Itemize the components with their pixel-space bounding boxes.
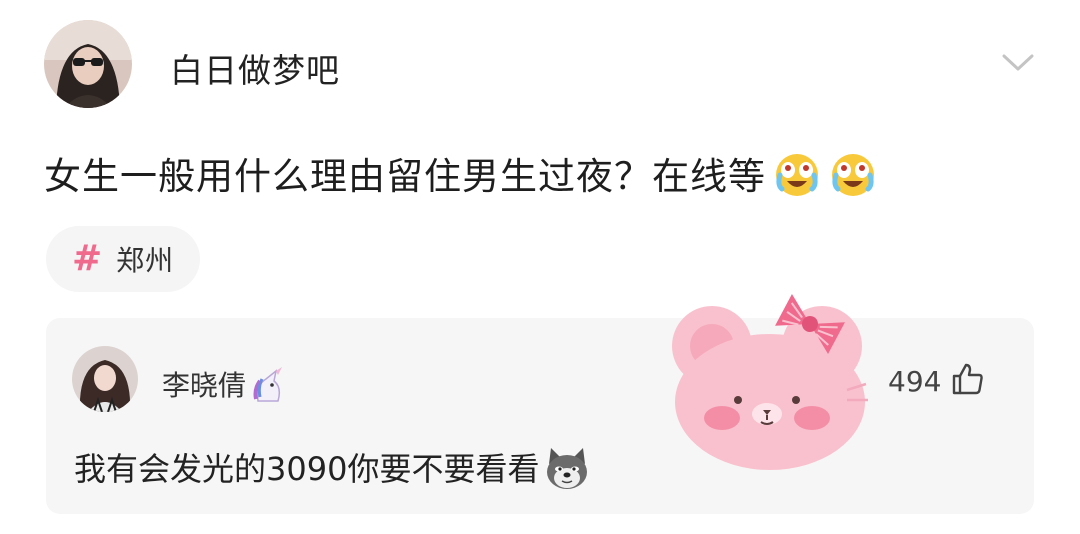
bear-sticker	[662, 294, 872, 472]
like-button[interactable]: 494	[888, 362, 985, 400]
unicorn-icon	[248, 367, 288, 403]
like-count: 494	[888, 364, 942, 398]
commenter-name-text: 李晓倩	[162, 369, 247, 402]
comment-text-content: 我有会发光的3090你要不要看看	[74, 450, 540, 488]
chevron-down-icon[interactable]	[1000, 48, 1036, 76]
location-tag[interactable]: # 郑州	[46, 226, 201, 292]
commenter-name[interactable]: 李晓倩	[162, 364, 288, 404]
comment-text: 我有会发光的3090你要不要看看	[74, 444, 591, 490]
location-tag-label: 郑州	[116, 244, 175, 277]
crying-laughing-emoji-icon	[828, 149, 878, 199]
crying-laughing-emoji-icon	[772, 149, 822, 199]
author-avatar[interactable]	[44, 20, 132, 108]
top-comment-card[interactable]: 李晓倩 494 我有会发光的3090你要不要看看	[46, 318, 1034, 514]
commenter-avatar[interactable]	[72, 346, 138, 412]
post-text-content: 女生一般用什么理由留住男生过夜？在线等	[44, 155, 766, 198]
post-text: 女生一般用什么理由留住男生过夜？在线等	[44, 146, 878, 200]
hash-icon: #	[72, 238, 103, 279]
thumbs-up-icon	[951, 362, 985, 400]
doge-emoji-icon	[543, 446, 591, 490]
author-name[interactable]: 白日做梦吧	[170, 44, 340, 92]
